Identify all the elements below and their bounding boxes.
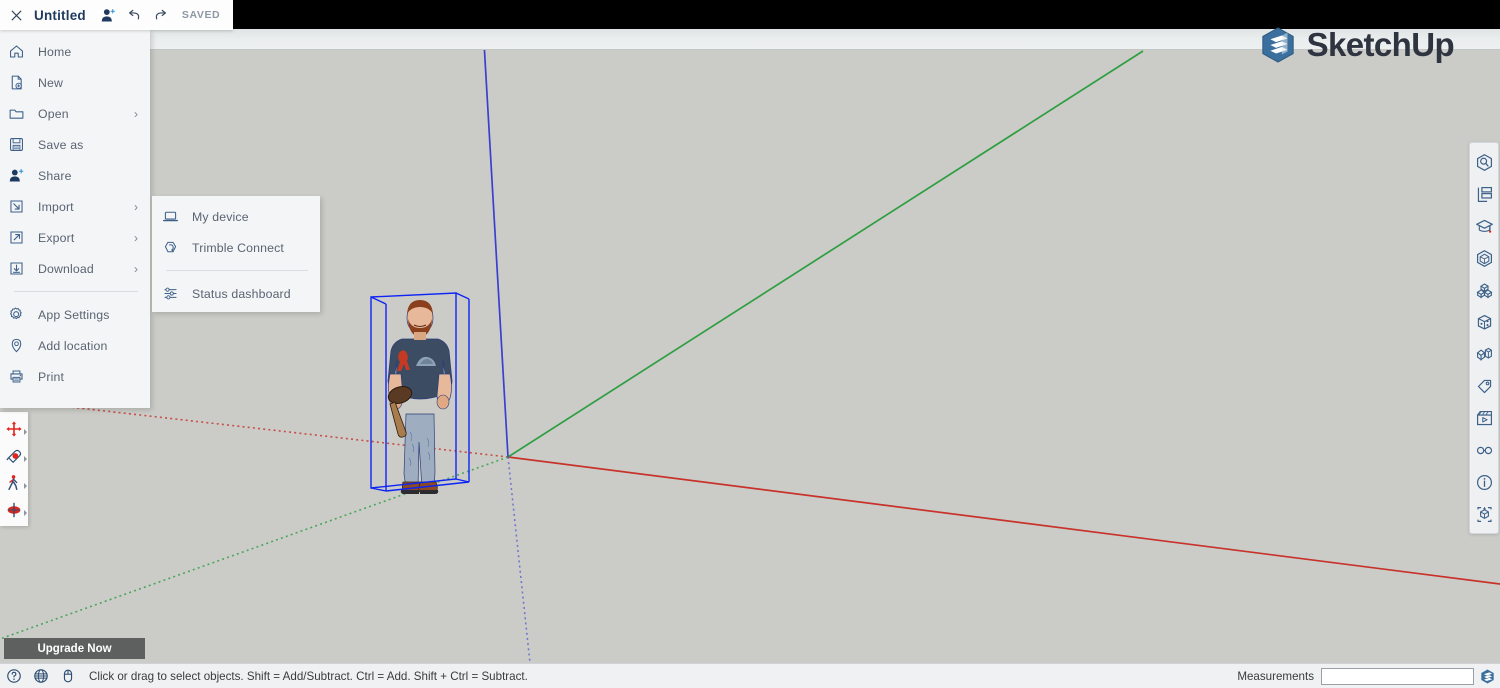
trimble-connect-icon: [162, 239, 192, 256]
menu-item-home[interactable]: Home: [0, 36, 150, 67]
menu-item-share[interactable]: Share: [0, 160, 150, 191]
menu-label: Import: [38, 200, 74, 214]
axes-overlay: [0, 29, 1500, 663]
close-icon[interactable]: [0, 0, 32, 30]
menu-item-add-location[interactable]: Add location: [0, 330, 150, 361]
mouse-icon[interactable]: [54, 664, 81, 688]
flyout-arrow-icon: [24, 456, 27, 462]
flyout-arrow-icon: [24, 483, 27, 489]
menu-label: Download: [38, 262, 94, 276]
help-circle-icon[interactable]: [0, 664, 27, 688]
chevron-right-icon: ›: [134, 232, 138, 244]
redo-icon[interactable]: [148, 0, 174, 30]
sketchup-logo-icon: [1259, 26, 1297, 64]
search-3d-warehouse-icon[interactable]: [1470, 146, 1498, 178]
status-bar: Click or drag to select objects. Shift =…: [0, 663, 1500, 688]
menu-item-import[interactable]: Import ›: [0, 191, 150, 222]
status-message: Click or drag to select objects. Shift =…: [89, 670, 528, 683]
submenu-label: Trimble Connect: [192, 241, 284, 255]
sketchup-brand: SketchUp: [1259, 26, 1454, 64]
submenu-label: My device: [192, 210, 249, 224]
chevron-right-icon: ›: [134, 108, 138, 120]
document-header: Untitled SAVED: [0, 0, 233, 30]
modeling-viewport[interactable]: [0, 29, 1500, 663]
scenes-icon[interactable]: [1470, 402, 1498, 434]
menu-label: Export: [38, 231, 74, 245]
export-icon: [8, 229, 38, 246]
styles-icon[interactable]: [1470, 306, 1498, 338]
location-pin-icon: [8, 337, 38, 354]
submenu-item-my-device[interactable]: My device: [152, 201, 320, 232]
section-plane-icon[interactable]: [0, 496, 28, 523]
document-title[interactable]: Untitled: [32, 0, 96, 30]
home-icon: [8, 43, 38, 60]
submenu-item-trimble-connect[interactable]: Trimble Connect: [152, 232, 320, 263]
add-person-icon[interactable]: [96, 0, 122, 30]
menu-item-save-as[interactable]: Save as: [0, 129, 150, 160]
globe-icon[interactable]: [27, 664, 54, 688]
menu-item-new[interactable]: New: [0, 67, 150, 98]
folder-icon: [8, 105, 38, 122]
paint-bucket-icon[interactable]: [0, 442, 28, 469]
import-submenu-panel: My device Trimble Connect Status dashboa…: [152, 196, 320, 312]
sliders-icon: [162, 285, 192, 302]
model-info-icon[interactable]: [1470, 498, 1498, 530]
save-icon: [8, 136, 38, 153]
new-file-icon: [8, 74, 38, 91]
undo-icon[interactable]: [122, 0, 148, 30]
menu-separator: [14, 291, 138, 292]
chevron-right-icon: ›: [134, 263, 138, 275]
menu-label: Open: [38, 107, 69, 121]
printer-icon: [8, 368, 38, 385]
components-icon[interactable]: [1470, 242, 1498, 274]
flyout-arrow-icon: [24, 510, 27, 516]
chevron-right-icon: ›: [134, 201, 138, 213]
materials-icon[interactable]: [1470, 274, 1498, 306]
glasses-icon[interactable]: [1470, 434, 1498, 466]
outliner-icon[interactable]: [1470, 338, 1498, 370]
move-tool-icon[interactable]: [0, 415, 28, 442]
menu-item-download[interactable]: Download ›: [0, 253, 150, 284]
upgrade-now-button[interactable]: Upgrade Now: [4, 638, 145, 659]
menu-label: Save as: [38, 138, 83, 152]
import-icon: [8, 198, 38, 215]
measurements-label: Measurements: [1237, 670, 1314, 683]
submenu-item-status-dashboard[interactable]: Status dashboard: [152, 278, 320, 309]
laptop-icon: [162, 208, 192, 225]
graduation-cap-icon[interactable]: [1470, 210, 1498, 242]
save-status-badge: SAVED: [174, 0, 220, 30]
measurements-input[interactable]: [1321, 668, 1474, 685]
submenu-separator: [166, 270, 308, 271]
menu-item-open[interactable]: Open ›: [0, 98, 150, 129]
menu-label: New: [38, 76, 63, 90]
menu-label: Print: [38, 370, 64, 384]
menu-label: Home: [38, 45, 71, 59]
menu-label: Share: [38, 169, 72, 183]
info-icon[interactable]: [1470, 466, 1498, 498]
menu-item-export[interactable]: Export ›: [0, 222, 150, 253]
menu-item-app-settings[interactable]: App Settings: [0, 299, 150, 330]
tag-icon[interactable]: [1470, 370, 1498, 402]
download-icon: [8, 260, 38, 277]
right-tray-toolbar: [1469, 142, 1499, 534]
sketchup-logo-icon[interactable]: [1474, 668, 1500, 685]
file-menu-panel: Home New Open › Save as: [0, 30, 150, 408]
menu-label: Add location: [38, 339, 107, 353]
trays-icon[interactable]: [1470, 178, 1498, 210]
menu-item-print[interactable]: Print: [0, 361, 150, 392]
brand-text: SketchUp: [1307, 26, 1454, 64]
sketchup-web-app: SketchUp Untitled: [0, 0, 1500, 688]
model-component-person[interactable]: [370, 292, 470, 504]
flyout-arrow-icon: [24, 429, 27, 435]
left-tool-flyout: [0, 412, 28, 526]
add-person-icon: [8, 167, 38, 184]
gear-icon: [8, 306, 38, 323]
walk-tool-icon[interactable]: [0, 469, 28, 496]
menu-label: App Settings: [38, 308, 110, 322]
submenu-label: Status dashboard: [192, 287, 291, 301]
